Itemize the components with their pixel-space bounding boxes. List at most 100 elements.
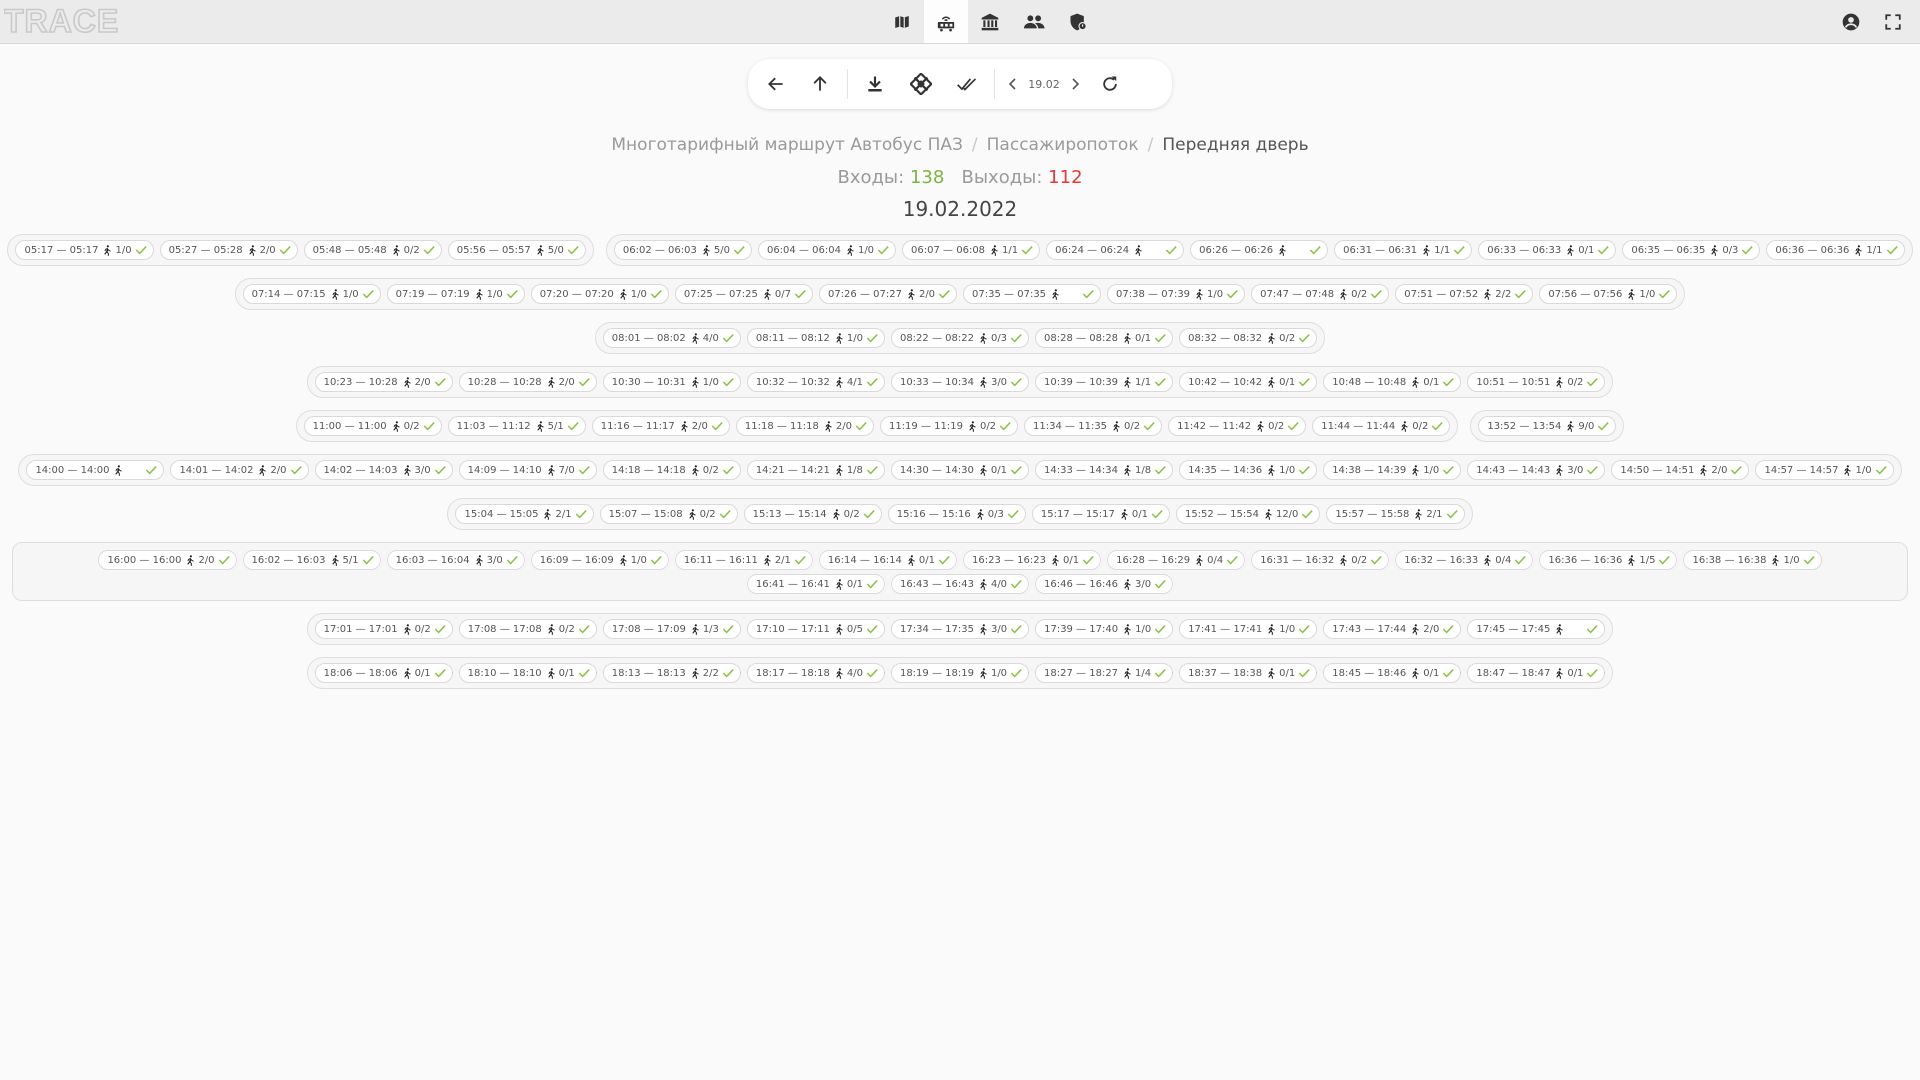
trip-chip[interactable]: 07:56 — 07:56 1/0 xyxy=(1539,284,1678,304)
next-date-button[interactable] xyxy=(1062,64,1088,104)
trip-chip[interactable]: 11:18 — 11:18 2/0 xyxy=(735,416,874,436)
trip-chip[interactable]: 14:09 — 14:10 7/0 xyxy=(458,460,597,480)
trip-chip[interactable]: 16:32 — 16:33 0/4 xyxy=(1395,550,1534,570)
trip-chip[interactable]: 08:01 — 08:02 4/0 xyxy=(602,328,741,348)
trip-chip[interactable]: 16:46 — 16:46 3/0 xyxy=(1035,574,1174,594)
trip-chip[interactable]: 06:07 — 06:08 1/1 xyxy=(902,240,1041,260)
trip-chip[interactable]: 08:32 — 08:32 0/2 xyxy=(1179,328,1318,348)
trip-chip[interactable]: 15:04 — 15:05 2/1 xyxy=(455,504,594,524)
trip-chip[interactable]: 08:22 — 08:22 0/3 xyxy=(890,328,1030,348)
trip-chip[interactable]: 17:08 — 17:08 0/2 xyxy=(458,619,597,639)
trip-chip[interactable]: 16:43 — 16:43 4/0 xyxy=(890,574,1030,594)
trip-chip[interactable]: 11:00 — 11:00 0/2 xyxy=(303,416,442,436)
trip-chip[interactable]: 05:56 — 05:57 5/0 xyxy=(447,240,586,260)
trip-chip[interactable]: 06:36 — 06:36 1/1 xyxy=(1766,240,1905,260)
trip-chip[interactable]: 07:35 — 07:35 xyxy=(963,284,1102,304)
trip-chip[interactable]: 06:02 — 06:03 5/0 xyxy=(613,240,752,260)
nav-map[interactable] xyxy=(880,0,924,43)
trip-chip[interactable]: 11:03 — 11:12 5/1 xyxy=(447,416,586,436)
trip-chip[interactable]: 10:30 — 10:31 1/0 xyxy=(602,372,741,392)
trip-chip[interactable]: 18:37 — 18:38 0/1 xyxy=(1179,663,1318,683)
refresh-button[interactable] xyxy=(1088,64,1132,104)
trip-chip[interactable]: 11:34 — 11:35 0/2 xyxy=(1024,416,1163,436)
trip-chip[interactable]: 18:45 — 18:46 0/1 xyxy=(1323,663,1462,683)
trip-chip[interactable]: 16:41 — 16:41 0/1 xyxy=(746,574,885,594)
trip-chip[interactable]: 14:18 — 14:18 0/2 xyxy=(602,460,741,480)
trip-chip[interactable]: 11:16 — 11:17 2/0 xyxy=(591,416,730,436)
trip-chip[interactable]: 10:39 — 10:39 1/1 xyxy=(1035,372,1174,392)
trip-chip[interactable]: 10:48 — 10:48 0/1 xyxy=(1323,372,1462,392)
trip-chip[interactable]: 17:45 — 17:45 xyxy=(1467,619,1606,639)
prev-date-button[interactable] xyxy=(1000,64,1026,104)
trip-chip[interactable]: 07:25 — 07:25 0/7 xyxy=(674,284,813,304)
trip-chip[interactable]: 18:27 — 18:27 1/4 xyxy=(1035,663,1174,683)
nav-users[interactable] xyxy=(1012,0,1056,43)
trip-chip[interactable]: 18:10 — 18:10 0/1 xyxy=(458,663,597,683)
fullscreen-button[interactable] xyxy=(1872,0,1914,43)
trip-chip[interactable]: 10:23 — 10:28 2/0 xyxy=(314,372,453,392)
trip-chip[interactable]: 05:27 — 05:28 2/0 xyxy=(159,240,298,260)
trip-chip[interactable]: 14:50 — 14:51 2/0 xyxy=(1611,460,1750,480)
back-button[interactable] xyxy=(754,64,798,104)
merge-button[interactable] xyxy=(897,64,945,104)
trip-chip[interactable]: 15:52 — 15:54 12/0 xyxy=(1175,504,1321,524)
trip-chip[interactable]: 10:33 — 10:34 3/0 xyxy=(890,372,1030,392)
trip-chip[interactable]: 11:19 — 11:19 0/2 xyxy=(879,416,1019,436)
trip-chip[interactable]: 16:28 — 16:29 0/4 xyxy=(1107,550,1246,570)
trip-chip[interactable]: 08:28 — 08:28 0/1 xyxy=(1035,328,1174,348)
trip-chip[interactable]: 14:57 — 14:57 1/0 xyxy=(1755,460,1894,480)
trip-chip[interactable]: 07:51 — 07:52 2/2 xyxy=(1395,284,1534,304)
trip-chip[interactable]: 16:14 — 16:14 0/1 xyxy=(818,550,957,570)
trip-chip[interactable]: 07:38 — 07:39 1/0 xyxy=(1107,284,1246,304)
trip-chip[interactable]: 15:07 — 15:08 0/2 xyxy=(599,504,738,524)
trip-chip[interactable]: 17:10 — 17:11 0/5 xyxy=(746,619,885,639)
trip-chip[interactable]: 14:01 — 14:02 2/0 xyxy=(170,460,309,480)
trip-chip[interactable]: 05:17 — 05:17 1/0 xyxy=(15,240,154,260)
trip-chip[interactable]: 17:34 — 17:35 3/0 xyxy=(891,619,1030,639)
trip-chip[interactable]: 06:24 — 06:24 xyxy=(1046,240,1185,260)
trip-chip[interactable]: 15:16 — 15:16 0/3 xyxy=(887,504,1026,524)
trip-chip[interactable]: 17:41 — 17:41 1/0 xyxy=(1179,619,1318,639)
trip-chip[interactable]: 14:02 — 14:03 3/0 xyxy=(314,460,453,480)
trip-chip[interactable]: 16:36 — 16:36 1/5 xyxy=(1539,550,1678,570)
trip-chip[interactable]: 10:28 — 10:28 2/0 xyxy=(458,372,597,392)
trip-chip[interactable]: 10:42 — 10:42 0/1 xyxy=(1179,372,1318,392)
trip-chip[interactable]: 17:01 — 17:01 0/2 xyxy=(314,619,453,639)
trace-logo[interactable]: TRACE xyxy=(3,2,138,42)
trip-chip[interactable]: 18:13 — 18:13 2/2 xyxy=(602,663,741,683)
trip-chip[interactable]: 06:26 — 06:26 xyxy=(1190,240,1329,260)
trip-chip[interactable]: 08:11 — 08:12 1/0 xyxy=(746,328,885,348)
trip-chip[interactable]: 13:52 — 13:54 9/0 xyxy=(1478,416,1617,436)
trip-chip[interactable]: 17:39 — 17:40 1/0 xyxy=(1035,619,1174,639)
trip-chip[interactable]: 18:19 — 18:19 1/0 xyxy=(890,663,1030,683)
download-button[interactable] xyxy=(853,64,897,104)
trip-chip[interactable]: 06:31 — 06:31 1/1 xyxy=(1334,240,1473,260)
trip-chip[interactable]: 18:17 — 18:18 4/0 xyxy=(746,663,885,683)
trip-chip[interactable]: 17:43 — 17:44 2/0 xyxy=(1323,619,1462,639)
trip-chip[interactable]: 16:09 — 16:09 1/0 xyxy=(530,550,669,570)
trip-chip[interactable]: 14:21 — 14:21 1/8 xyxy=(746,460,885,480)
trip-chip[interactable]: 15:57 — 15:58 2/1 xyxy=(1326,504,1465,524)
trip-chip[interactable]: 17:08 — 17:09 1/3 xyxy=(602,619,741,639)
trip-chip[interactable]: 07:19 — 07:19 1/0 xyxy=(386,284,525,304)
trip-chip[interactable]: 16:00 — 16:00 2/0 xyxy=(98,550,237,570)
trip-chip[interactable]: 16:02 — 16:03 5/1 xyxy=(242,550,381,570)
up-button[interactable] xyxy=(798,64,842,104)
trip-chip[interactable]: 11:44 — 11:44 0/2 xyxy=(1312,416,1451,436)
trip-chip[interactable]: 07:26 — 07:27 2/0 xyxy=(818,284,958,304)
trip-chip[interactable]: 16:11 — 16:11 2/1 xyxy=(674,550,813,570)
trip-chip[interactable]: 16:31 — 16:32 0/2 xyxy=(1251,550,1390,570)
trip-chip[interactable]: 15:17 — 15:17 0/1 xyxy=(1031,504,1170,524)
trip-chip[interactable]: 18:06 — 18:06 0/1 xyxy=(314,663,453,683)
trip-chip[interactable]: 16:03 — 16:04 3/0 xyxy=(386,550,525,570)
trip-chip[interactable]: 10:32 — 10:32 4/1 xyxy=(746,372,885,392)
trip-chip[interactable]: 07:20 — 07:20 1/0 xyxy=(530,284,669,304)
nav-transport[interactable] xyxy=(924,0,968,43)
trip-chip[interactable]: 16:23 — 16:23 0/1 xyxy=(963,550,1102,570)
trip-chip[interactable]: 14:00 — 14:00 xyxy=(26,460,165,480)
trip-chip[interactable]: 14:43 — 14:43 3/0 xyxy=(1467,460,1606,480)
trip-chip[interactable]: 05:48 — 05:48 0/2 xyxy=(303,240,442,260)
trip-chip[interactable]: 07:47 — 07:48 0/2 xyxy=(1251,284,1390,304)
trip-chip[interactable]: 06:35 — 06:35 0/3 xyxy=(1622,240,1761,260)
check-all-button[interactable] xyxy=(945,64,989,104)
